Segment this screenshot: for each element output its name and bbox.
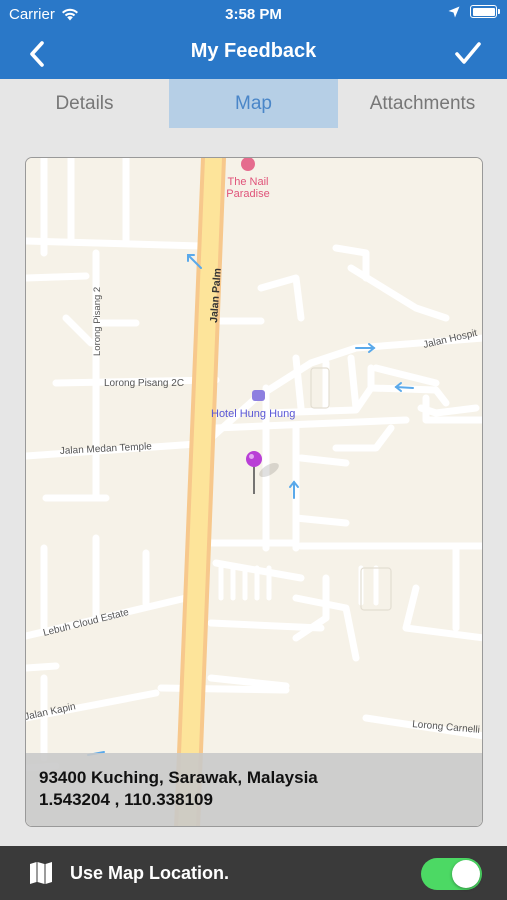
map-address-overlay: 93400 Kuching, Sarawak, Malaysia 1.54320… — [26, 753, 482, 826]
toggle-knob — [452, 860, 480, 888]
map-icon — [30, 862, 52, 884]
map-label-poi-line2: Paradise — [226, 188, 269, 200]
segment-tabs: Details Map Attachments — [0, 79, 507, 128]
location-arrow-icon — [448, 6, 460, 17]
use-map-location-label: Use Map Location. — [70, 863, 230, 883]
bottom-bar: Use Map Location. — [0, 846, 507, 900]
checkmark-icon — [455, 42, 481, 64]
tab-map[interactable]: Map — [169, 79, 338, 128]
map-label-lorong-pisang-2c: Lorong Pisang 2C — [104, 378, 184, 389]
use-map-location-toggle[interactable] — [421, 858, 482, 890]
tab-attachments[interactable]: Attachments — [338, 79, 507, 128]
map-view[interactable]: The Nail Paradise Jalan Palm Jalan Hospi… — [25, 157, 483, 827]
status-bar: Carrier 3:58 PM — [0, 0, 507, 28]
done-button[interactable] — [451, 38, 485, 70]
coordinates-text: 1.543204 , 110.338109 — [39, 790, 213, 809]
battery-icon — [470, 5, 500, 18]
hotel-icon — [252, 390, 265, 401]
page-title: My Feedback — [190, 40, 317, 62]
status-time: 3:58 PM — [225, 6, 282, 23]
map-label-poi-line1: The Nail — [228, 176, 269, 188]
map-canvas[interactable]: The Nail Paradise Jalan Palm Jalan Hospi… — [26, 158, 483, 827]
address-text: 93400 Kuching, Sarawak, Malaysia — [39, 768, 318, 787]
map-label-hotel: Hotel Hung Hung — [211, 408, 295, 420]
tab-details[interactable]: Details — [0, 79, 169, 128]
navigation-bar: My Feedback — [0, 28, 507, 79]
map-label-lorong-pisang-2: Lorong Pisang 2 — [92, 287, 103, 356]
